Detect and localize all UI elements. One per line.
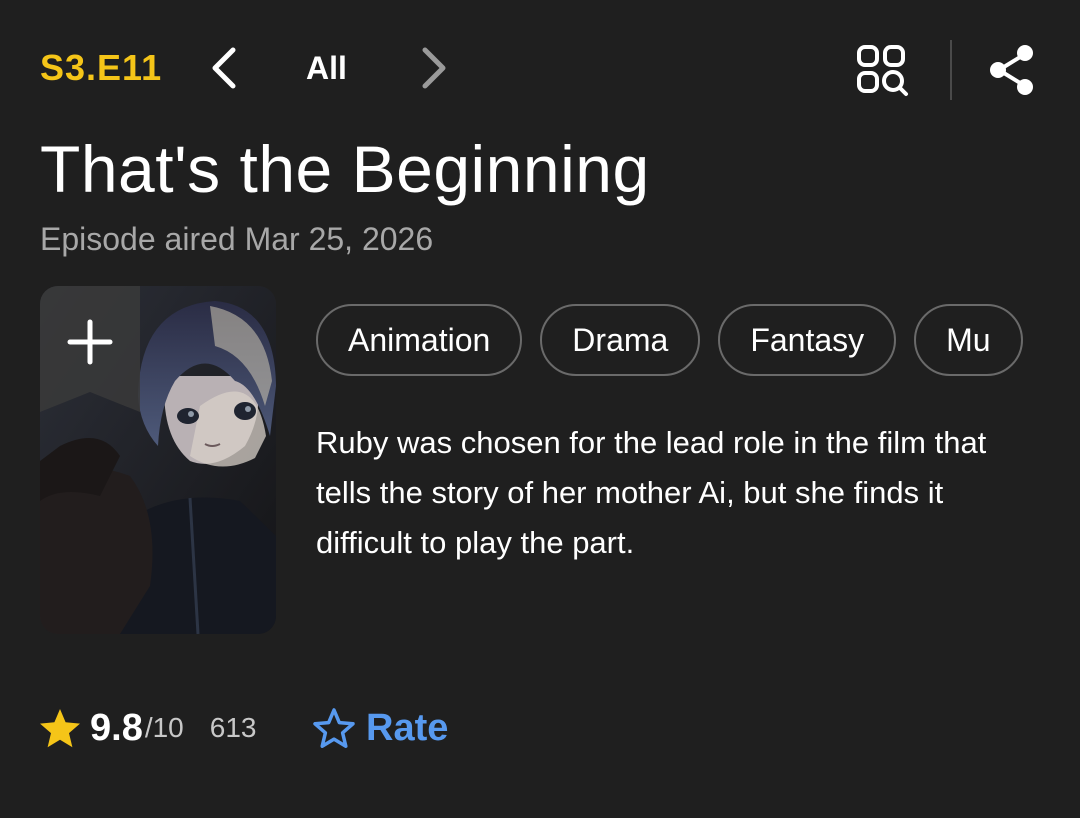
chevron-left-icon [212,47,236,89]
episode-title: That's the Beginning [40,132,650,206]
previous-episode-button[interactable] [200,44,248,92]
episode-nav-bar: S3.E11 All [0,0,1080,140]
rating-value: 9.8 [90,707,143,749]
share-button[interactable] [982,40,1042,100]
next-episode-button[interactable] [410,44,458,92]
genre-chip-fantasy[interactable]: Fantasy [718,304,897,376]
star-icon [40,709,80,748]
imdb-rating: 9.8 /10 613 [38,700,256,756]
plus-icon [67,319,113,365]
rating-max: /10 [144,712,184,743]
share-icon [990,45,1033,95]
episode-description: Ruby was chosen for the lead role in the… [316,425,987,560]
episode-code: S3.E11 [40,47,163,88]
episode-poster[interactable] [40,286,276,634]
browse-episodes-button[interactable] [852,40,912,100]
star-outline-icon [313,708,355,748]
genre-chips: Animation Drama Fantasy Mu [316,304,1034,380]
chevron-right-icon [422,47,446,89]
episode-filter-all[interactable]: All [306,48,347,88]
rating-count: 613 [209,712,257,743]
toolbar-divider [950,40,952,100]
genre-chip-music[interactable]: Mu [914,304,1023,376]
genre-chip-drama[interactable]: Drama [540,304,701,376]
rate-label: Rate [366,707,449,749]
genre-chip-animation[interactable]: Animation [316,304,523,376]
rate-button[interactable]: Rate [312,700,448,756]
browse-episodes-icon [857,45,908,96]
add-to-watchlist-button[interactable] [40,286,140,412]
episode-air-date: Episode aired Mar 25, 2026 [40,221,434,257]
episode-detail-page: S3.E11 All That's the Beginning Episode … [0,0,1080,818]
